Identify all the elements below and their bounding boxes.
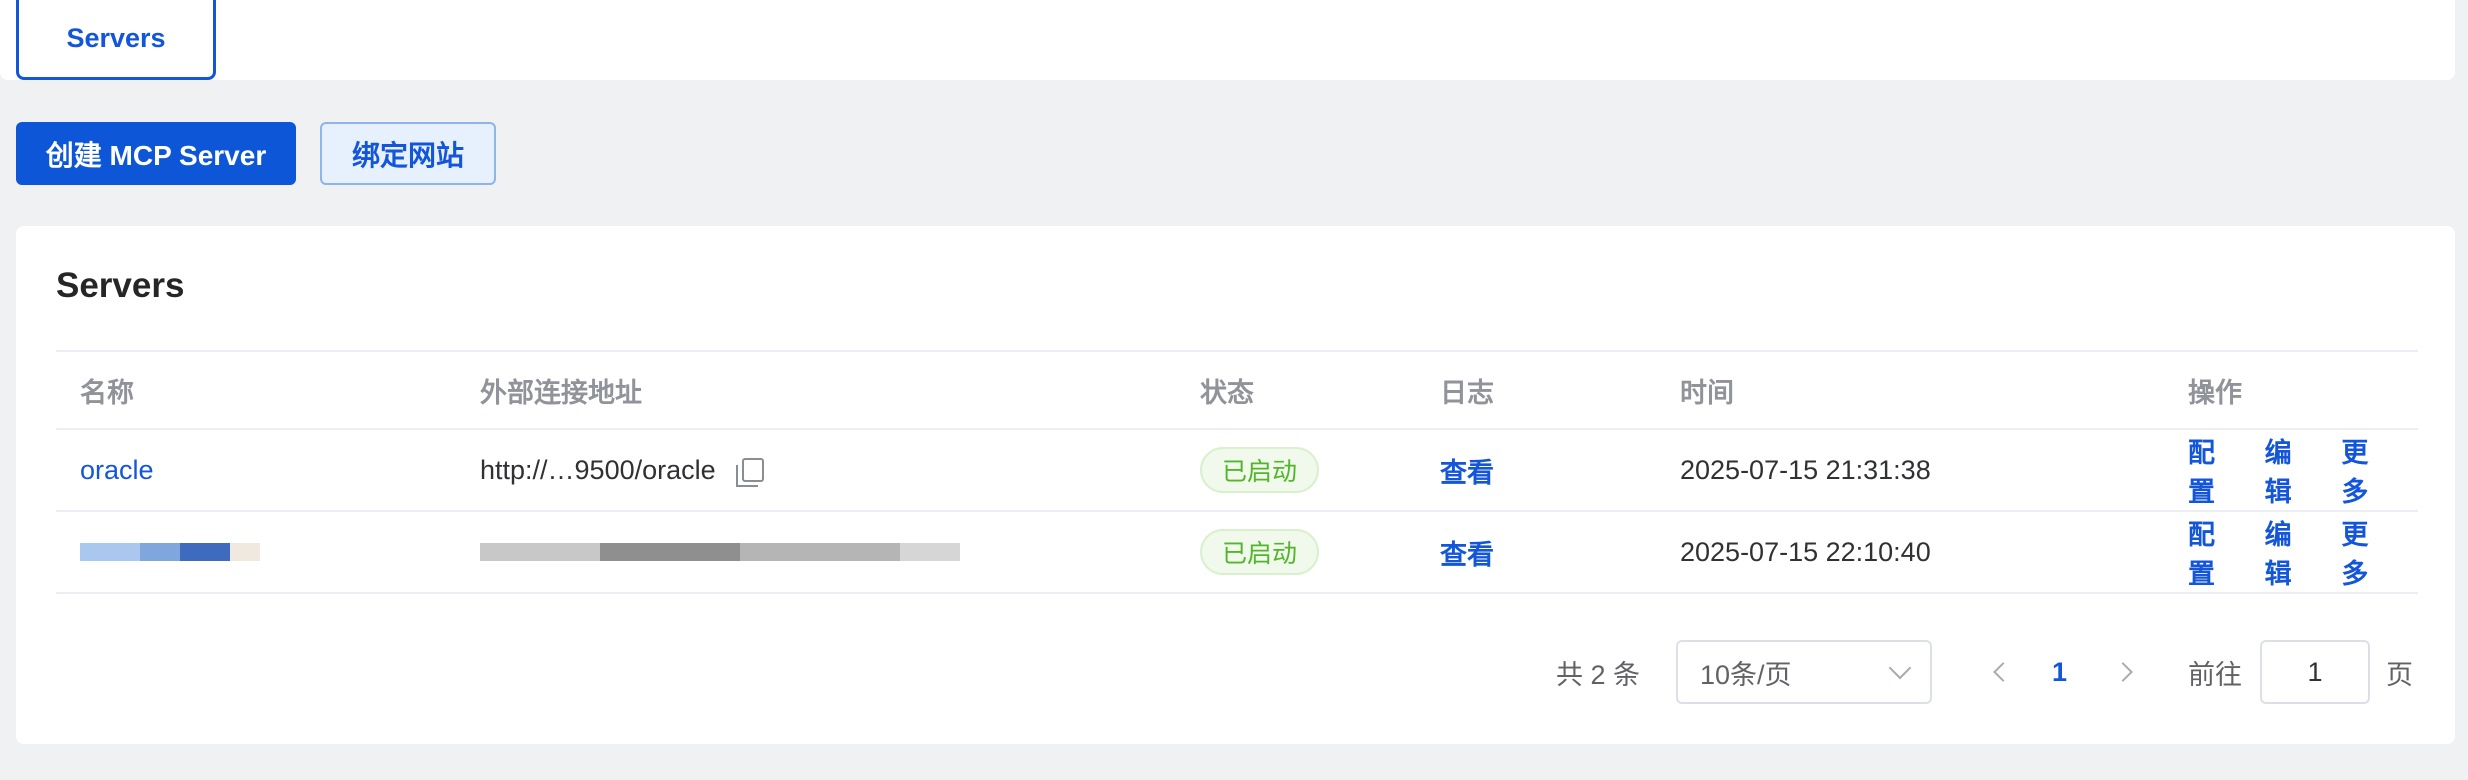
column-header-time: 时间 xyxy=(1680,377,1734,408)
row-actions: 配置 编辑 更多 xyxy=(2188,430,2418,510)
created-time: 2025-07-15 22:10:40 xyxy=(1680,536,1931,567)
column-header-actions: 操作 xyxy=(2188,377,2242,408)
view-log-link[interactable]: 查看 xyxy=(1440,512,1494,592)
next-page-button[interactable] xyxy=(2113,640,2133,704)
prev-page-button[interactable] xyxy=(1993,640,2013,704)
chevron-down-icon xyxy=(1888,656,1912,680)
row-actions: 配置 编辑 更多 xyxy=(2188,512,2418,592)
top-tab-bar: Servers xyxy=(0,0,2455,80)
table-header: 名称 外部连接地址 状态 日志 时间 操作 xyxy=(56,350,2418,430)
servers-card: Servers 名称 外部连接地址 状态 日志 时间 操作 oracle htt… xyxy=(16,226,2455,744)
created-time: 2025-07-15 21:31:38 xyxy=(1680,454,1931,485)
redacted-block xyxy=(600,543,740,561)
config-link[interactable]: 配置 xyxy=(2188,513,2233,591)
servers-table: 名称 外部连接地址 状态 日志 时间 操作 oracle http://…950… xyxy=(56,350,2418,594)
card-title: Servers xyxy=(56,266,185,305)
status-cell: 已启动 xyxy=(1200,512,1320,592)
server-name-link[interactable]: oracle xyxy=(80,430,154,510)
table-row: 已启动 查看 2025-07-15 22:10:40 配置 编辑 更多 xyxy=(56,512,2418,594)
server-url xyxy=(480,512,960,592)
page-number-current[interactable]: 1 xyxy=(2052,640,2067,704)
server-url-text: http://…9500/oracle xyxy=(480,454,716,485)
column-header-log: 日志 xyxy=(1440,377,1494,408)
page-size-select[interactable]: 10条/页 xyxy=(1676,640,1932,704)
config-link[interactable]: 配置 xyxy=(2188,431,2233,509)
status-badge: 已启动 xyxy=(1200,447,1320,493)
edit-link[interactable]: 编辑 xyxy=(2265,513,2310,591)
chevron-left-icon xyxy=(1993,662,2013,682)
more-link[interactable]: 更多 xyxy=(2341,513,2386,591)
column-header-name: 名称 xyxy=(80,377,134,408)
redacted-block xyxy=(180,543,230,561)
redacted-block xyxy=(140,543,180,561)
server-url: http://…9500/oracle xyxy=(480,430,764,510)
create-mcp-server-button[interactable]: 创建 MCP Server xyxy=(16,122,296,185)
status-cell: 已启动 xyxy=(1200,430,1320,510)
page-size-value: 10条/页 xyxy=(1700,659,1792,690)
total-count: 共 2 条 xyxy=(1556,659,1641,690)
copy-icon[interactable] xyxy=(735,458,764,487)
status-badge: 已启动 xyxy=(1200,529,1320,575)
redacted-block xyxy=(740,543,900,561)
redacted-block xyxy=(900,543,960,561)
goto-page-value[interactable]: 1 xyxy=(2260,640,2370,704)
pagination: 共 2 条 10条/页 1 前往 1 页 xyxy=(16,640,2455,704)
edit-link[interactable]: 编辑 xyxy=(2265,431,2310,509)
redacted-block xyxy=(80,543,140,561)
redacted-block xyxy=(480,543,600,561)
column-header-url: 外部连接地址 xyxy=(480,377,642,408)
chevron-right-icon xyxy=(2113,662,2133,682)
view-log-link[interactable]: 查看 xyxy=(1440,430,1494,510)
bind-website-button[interactable]: 绑定网站 xyxy=(320,122,496,185)
page-suffix: 页 xyxy=(2386,659,2413,690)
tab-servers[interactable]: Servers xyxy=(16,0,216,80)
more-link[interactable]: 更多 xyxy=(2341,431,2386,509)
goto-page-input[interactable]: 1 xyxy=(2260,640,2370,704)
server-name-link[interactable] xyxy=(80,512,260,592)
redacted-block xyxy=(230,543,260,561)
table-row: oracle http://…9500/oracle 已启动 查看 2025-0… xyxy=(56,430,2418,512)
goto-label: 前往 xyxy=(2188,659,2242,690)
column-header-status: 状态 xyxy=(1200,377,1254,408)
